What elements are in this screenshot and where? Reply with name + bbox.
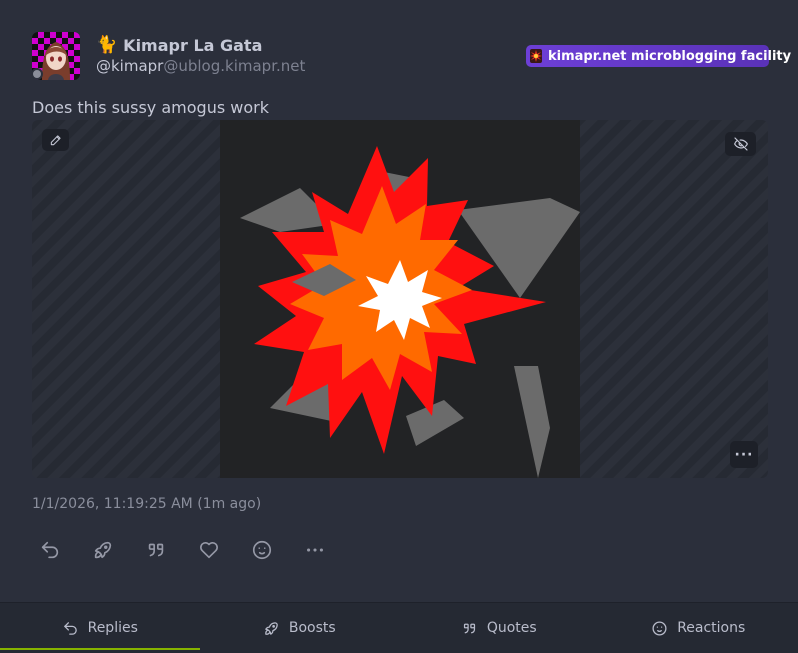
instance-name: kimapr.net microblogging facility [548, 48, 792, 64]
smile-icon [252, 540, 272, 560]
instance-ticker[interactable]: kimapr.net microblogging facility [526, 45, 791, 67]
tab-replies[interactable]: Replies [0, 603, 200, 653]
quote-icon [148, 543, 164, 557]
hide-media-button[interactable] [725, 132, 756, 156]
heart-icon [200, 542, 218, 559]
author-name-row[interactable]: 🐈 Kimapr La Gata [96, 34, 262, 56]
author-host: @ublog.kimapr.net [163, 57, 306, 75]
tab-quotes[interactable]: Quotes [399, 603, 599, 653]
tab-reactions[interactable]: Reactions [599, 603, 798, 653]
smile-icon [652, 620, 667, 636]
cat-emoji-icon: 🐈 [96, 34, 118, 55]
post-timestamp[interactable]: 1/1/2026, 11:19:25 AM (1m ago) [32, 496, 261, 512]
reply-button[interactable] [32, 536, 85, 564]
eye-off-icon [733, 137, 748, 151]
tab-label: Boosts [288, 620, 336, 636]
author-username: @kimapr [96, 57, 164, 75]
tab-label: Reactions [677, 620, 746, 636]
rocket-icon [94, 541, 112, 559]
media-attachment[interactable]: ··· [32, 120, 768, 478]
explosion-icon [530, 49, 542, 63]
author-handle[interactable]: @kimapr@ublog.kimapr.net [96, 57, 305, 75]
quote-icon [463, 623, 475, 633]
tab-label: Replies [87, 620, 138, 636]
author-display-name[interactable]: Kimapr La Gata [123, 36, 262, 55]
quote-button[interactable] [138, 536, 191, 564]
reply-icon [41, 541, 59, 559]
more-button[interactable] [297, 536, 350, 564]
note-actions [32, 536, 350, 564]
pencil-icon [50, 135, 61, 146]
like-button[interactable] [191, 536, 244, 564]
note-tabs: Replies Boosts Quotes Reactions [0, 602, 798, 653]
react-button[interactable] [244, 536, 297, 564]
tab-label: Quotes [486, 620, 537, 636]
online-status-dot [31, 68, 43, 80]
tab-boosts[interactable]: Boosts [200, 603, 400, 653]
ellipsis-icon [307, 548, 323, 552]
reply-icon [63, 621, 77, 635]
edit-description-button[interactable] [42, 129, 69, 151]
boost-button[interactable] [85, 536, 138, 564]
rocket-icon [265, 621, 278, 635]
post-text: Does this sussy amogus work [32, 98, 269, 117]
media-more-button[interactable]: ··· [730, 441, 758, 468]
note: 🐈 Kimapr La Gata @kimapr@ublog.kimapr.ne… [0, 0, 798, 602]
explosion-image[interactable] [220, 120, 580, 478]
